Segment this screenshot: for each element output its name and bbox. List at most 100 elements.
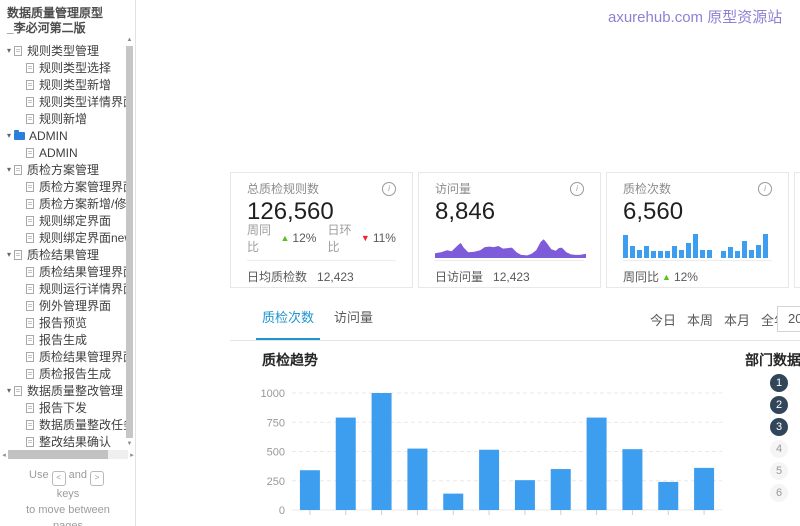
page-icon <box>26 148 34 158</box>
page-icon <box>26 182 34 192</box>
tree-item[interactable]: 质检结果管理界面new <box>0 348 128 365</box>
tree-item-label: 整改结果确认 <box>39 433 111 450</box>
tree-item[interactable]: 报告下发 <box>0 399 128 416</box>
tree-item-label: ADMIN <box>39 146 78 160</box>
filter-today[interactable]: 今日 <box>650 310 676 329</box>
scroll-up-icon[interactable]: ▲ <box>125 36 134 44</box>
scroll-down-icon[interactable]: ▼ <box>125 440 134 448</box>
page-icon <box>14 46 22 56</box>
tree-item[interactable]: ▾ 数据质量整改管理 <box>0 382 128 399</box>
tree-item[interactable]: 报告预览 <box>0 314 128 331</box>
tree-item[interactable]: 规则类型详情界面 <box>0 93 128 110</box>
tree-item[interactable]: 规则运行详情界面 <box>0 280 128 297</box>
tree-item[interactable]: 数据质量整改任务创建 <box>0 416 128 433</box>
page-icon <box>26 335 34 345</box>
tree-item[interactable]: ▾质检结果管理 <box>0 246 128 263</box>
up-triangle-icon: ▲ <box>280 233 289 243</box>
tree-item-label: 质检报告生成 <box>39 365 111 382</box>
card-title: 总质检规则数 <box>247 180 319 197</box>
stat-card-visits: 访问量 i 8,846 日访问量 12,423 <box>418 172 601 288</box>
tree-item[interactable]: ▾ 质检方案管理 <box>0 161 128 178</box>
mini-bar <box>679 250 684 258</box>
tab-visits[interactable]: 访问量 <box>328 298 379 340</box>
chart-bar <box>658 482 678 510</box>
mini-bar <box>721 251 726 258</box>
sidebar-horizontal-scrollbar[interactable]: ◂ ▸ <box>0 449 136 460</box>
tree-item[interactable]: 质检结果管理界面 <box>0 263 128 280</box>
y-axis-tick-label: 1000 <box>261 388 285 400</box>
tree-item[interactable]: ▾规则类型管理 <box>0 42 128 59</box>
tree-item-label: 数据质量整改任务创建 <box>39 416 128 433</box>
info-icon[interactable]: i <box>758 182 772 196</box>
page-icon <box>26 233 34 243</box>
tree-item[interactable]: 规则绑定界面new <box>0 229 128 246</box>
filter-week[interactable]: 本周 <box>687 310 713 329</box>
scroll-right-icon[interactable]: ▸ <box>128 451 136 459</box>
scroll-left-icon[interactable]: ◂ <box>0 451 8 459</box>
caret-down-icon[interactable]: ▾ <box>4 46 14 55</box>
card-footer-label: 日均质检数 <box>247 268 307 285</box>
y-axis-tick-label: 0 <box>279 505 285 517</box>
card-footer-value: 12,423 <box>493 270 530 284</box>
card-footer-label: 周同比 <box>623 268 659 285</box>
info-icon[interactable]: i <box>382 182 396 196</box>
axurehub-site-link[interactable]: axurehub.com 原型资源站 <box>608 6 782 27</box>
sidebar-vertical-scrollbar[interactable]: ▲ ▼ <box>125 36 134 448</box>
tree-item-label: 数据质量整改管理 <box>27 382 123 399</box>
horizontal-scroll-track[interactable] <box>8 450 128 459</box>
caret-down-icon[interactable]: ▾ <box>4 165 14 174</box>
trend-value: 12% <box>292 231 316 245</box>
info-icon[interactable]: i <box>570 182 584 196</box>
tree-item[interactable]: 规则新增 <box>0 110 128 127</box>
mini-bar <box>630 246 635 258</box>
tree-item-label: 质检方案管理界面 <box>39 178 128 195</box>
tree-item[interactable]: ▾ADMIN <box>0 127 128 144</box>
tree-item[interactable]: 质检方案新增/修改弹框 <box>0 195 128 212</box>
page-icon <box>26 301 34 311</box>
mini-bar <box>693 234 698 258</box>
chart-bar <box>694 468 714 510</box>
horizontal-scroll-thumb[interactable] <box>8 450 108 459</box>
stat-card-clipped <box>794 172 800 288</box>
card-title: 质检次数 <box>623 180 671 197</box>
tree-item-label: 规则运行详情界面 <box>39 280 128 297</box>
tree-item[interactable]: ADMIN <box>0 144 128 161</box>
trend-label: 日环比 <box>327 221 357 255</box>
checks-bar-sparkline <box>623 234 770 258</box>
mini-bar <box>623 235 628 258</box>
area-path <box>435 239 586 258</box>
tree-item[interactable]: 整改结果确认 <box>0 433 128 450</box>
chart-bar <box>622 449 642 510</box>
tree-item[interactable]: 报告生成 <box>0 331 128 348</box>
chart-bar <box>300 470 320 510</box>
chart-bar <box>372 393 392 510</box>
tree-item-label: 报告下发 <box>39 399 87 416</box>
caret-down-icon[interactable]: ▾ <box>4 250 14 259</box>
vertical-scroll-thumb[interactable] <box>126 46 133 438</box>
tree-item[interactable]: 质检报告生成 <box>0 365 128 382</box>
tree-item[interactable]: 质检方案管理界面 <box>0 178 128 195</box>
caret-down-icon[interactable]: ▾ <box>4 131 14 140</box>
tab-check-count[interactable]: 质检次数 <box>256 298 320 340</box>
filter-month[interactable]: 本月 <box>724 310 750 329</box>
card-footer-value: 12,423 <box>317 270 354 284</box>
stat-card-check-count: 质检次数 i 6,560 周同比 ▲ 12% <box>606 172 789 288</box>
tree-item[interactable]: 规则绑定界面 <box>0 212 128 229</box>
mini-bar <box>707 250 712 258</box>
date-range-input[interactable]: 201 <box>777 306 800 332</box>
tree-item-label: 规则类型选择 <box>39 59 111 76</box>
caret-down-icon[interactable]: ▾ <box>4 386 14 395</box>
tree-item-label: 规则类型详情界面 <box>39 93 128 110</box>
tree-item-label: 规则绑定界面 <box>39 212 111 229</box>
y-axis-tick-label: 750 <box>267 417 285 429</box>
tree-item[interactable]: 例外管理界面 <box>0 297 128 314</box>
mini-bar <box>763 234 768 258</box>
tree-item-label: 质检结果管理界面 <box>39 263 128 280</box>
tree-item[interactable]: 规则类型选择 <box>0 59 128 76</box>
tree-item[interactable]: 规则类型新增 <box>0 76 128 93</box>
tree-item-label: 质检方案管理 <box>27 161 99 178</box>
sidebar-tree: ▾规则类型管理规则类型选择规则类型新增规则类型详情界面规则新增▾ADMIN ADM… <box>0 42 128 450</box>
up-triangle-icon: ▲ <box>662 272 671 282</box>
prototype-title: 数据质量管理原型_李必河第二版 <box>0 0 135 40</box>
visits-area-sparkline <box>435 232 586 258</box>
